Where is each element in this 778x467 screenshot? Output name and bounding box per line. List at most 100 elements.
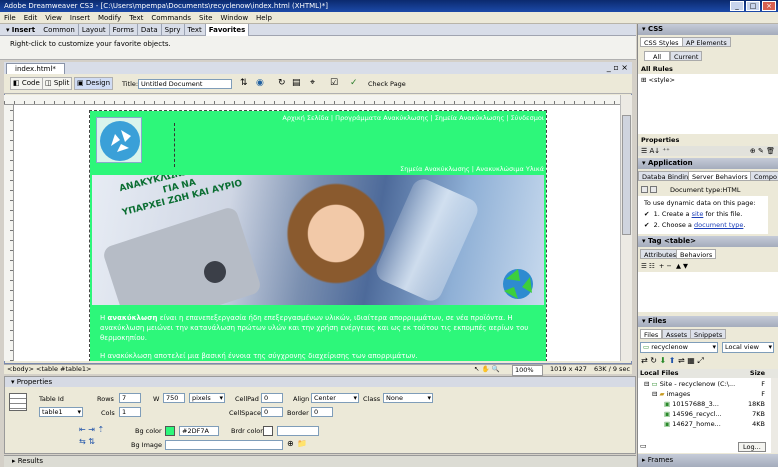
sub-navigation[interactable]: Σημεία Ανακύκλωσης | Ανακυκλώσιμα Υλικά xyxy=(400,165,544,173)
close-button[interactable]: × xyxy=(762,1,776,11)
results-panel-header[interactable]: ▸ Results xyxy=(4,455,636,467)
bgimage-input[interactable] xyxy=(165,440,283,450)
tab-favorites[interactable]: Favorites xyxy=(205,24,250,36)
site-select[interactable]: ▭ recyclenow xyxy=(640,342,718,353)
tag-selector[interactable]: <body> <table #table1> xyxy=(4,365,92,373)
view-options-icon[interactable]: ▤ xyxy=(292,78,301,88)
log-button[interactable]: Log... xyxy=(738,442,766,452)
tab-data[interactable]: Data xyxy=(138,24,162,36)
tab-all[interactable]: All xyxy=(644,51,671,61)
cellpad-input[interactable] xyxy=(261,393,283,403)
view-select[interactable]: Local view xyxy=(722,342,774,353)
file-tree[interactable]: Local Files Size ⊟ ▭ Site - recyclenow (C… xyxy=(638,369,778,453)
visual-aids-icon[interactable]: ⌖ xyxy=(310,78,315,88)
width-unit-select[interactable]: pixels xyxy=(189,393,225,403)
minimize-button[interactable]: _ xyxy=(730,1,744,11)
page-table[interactable]: Αρχική Σελίδα | Προγράμματα Ανακύκλωσης … xyxy=(89,110,547,361)
convert-units-icon[interactable]: ⇆ ⇅ xyxy=(79,437,95,446)
frames-panel-header[interactable]: ▸ Frames xyxy=(638,454,778,467)
file-tree-scrollbar[interactable] xyxy=(771,378,778,453)
behaviors-list[interactable] xyxy=(638,272,778,312)
menu-file[interactable]: File xyxy=(0,12,20,24)
maximize-button[interactable]: □ xyxy=(746,1,760,11)
add-remove-icons[interactable] xyxy=(641,185,658,193)
tab-server-behaviors[interactable]: Server Behaviors xyxy=(688,171,752,181)
refresh-icon[interactable]: ↻ xyxy=(278,78,286,88)
tab-layout[interactable]: Layout xyxy=(79,24,110,36)
brdr-color-input[interactable] xyxy=(277,426,319,436)
menu-help[interactable]: Help xyxy=(252,12,276,24)
rows-input[interactable] xyxy=(119,393,141,403)
vertical-scrollbar[interactable] xyxy=(620,95,632,361)
cols-input[interactable] xyxy=(119,407,141,417)
validate-icon[interactable]: ☑ xyxy=(330,78,338,88)
class-select[interactable]: None xyxy=(383,393,433,403)
css-panel-header[interactable]: ▾ CSS xyxy=(638,24,778,35)
point-to-file-icon[interactable]: ⊕ xyxy=(287,439,294,448)
tab-assets[interactable]: Assets xyxy=(662,329,692,339)
window-size[interactable]: 1019 x 427 xyxy=(550,365,587,374)
tab-spry[interactable]: Spry xyxy=(162,24,185,36)
tree-file[interactable]: ▣ 10157688_3... xyxy=(664,400,719,408)
menu-edit[interactable]: Edit xyxy=(20,12,42,24)
file-toolbar-icons[interactable]: ⇄ ↻ ⬇ ⬆ ⇌ ▦ ⤢ xyxy=(641,356,704,366)
menu-window[interactable]: Window xyxy=(216,12,252,24)
css-rules-list[interactable]: ⊞ <style> xyxy=(638,74,778,134)
tab-ap-elements[interactable]: AP Elements xyxy=(682,37,731,47)
tab-forms[interactable]: Forms xyxy=(110,24,138,36)
menu-insert[interactable]: Insert xyxy=(66,12,94,24)
border-input[interactable] xyxy=(311,407,333,417)
behavior-toolbar-icons[interactable]: ☰ ☷ + − ▲ ▼ xyxy=(641,262,688,270)
design-view-button[interactable]: ▣ Design xyxy=(74,77,114,90)
clear-widths-icon[interactable]: ⇤ ⇥ ⇡ xyxy=(79,425,104,434)
tree-site-root[interactable]: ⊟ ▭ Site - recyclenow (C:\... xyxy=(644,380,735,388)
bgcolor-swatch[interactable] xyxy=(165,426,175,436)
window-controls-icon[interactable]: _ ▫ × xyxy=(607,62,628,74)
brdr-color-swatch[interactable] xyxy=(263,426,273,436)
menu-modify[interactable]: Modify xyxy=(94,12,125,24)
tree-file[interactable]: ▣ 14596_recycl... xyxy=(664,410,722,418)
style-rule-item[interactable]: ⊞ <style> xyxy=(641,76,675,84)
document-tab[interactable]: index.html* xyxy=(6,63,65,74)
width-input[interactable] xyxy=(163,393,185,403)
design-canvas[interactable]: Αρχική Σελίδα | Προγράμματα Ανακύκλωσης … xyxy=(14,105,620,361)
top-navigation[interactable]: Αρχική Σελίδα | Προγράμματα Ανακύκλωσης … xyxy=(282,114,544,122)
tag-panel-header[interactable]: ▾ Tag <table> xyxy=(638,236,778,247)
tab-files[interactable]: Files xyxy=(640,329,663,339)
site-link[interactable]: site xyxy=(692,210,704,218)
status-tools-icon[interactable]: ↖ ✋ 🔍 xyxy=(474,365,500,374)
menu-view[interactable]: View xyxy=(41,12,66,24)
tree-folder-images[interactable]: ⊟ ▰ images xyxy=(652,390,690,398)
code-view-button[interactable]: ◧ Code xyxy=(10,77,43,90)
tab-behaviors[interactable]: Behaviors xyxy=(676,249,717,259)
bgcolor-input[interactable] xyxy=(179,426,219,436)
files-panel-header[interactable]: ▾ Files xyxy=(638,316,778,327)
menu-site[interactable]: Site xyxy=(195,12,216,24)
split-view-button[interactable]: ◫ Split xyxy=(42,77,73,90)
tab-css-styles[interactable]: CSS Styles xyxy=(640,37,683,47)
tab-current[interactable]: Current xyxy=(670,51,703,61)
tab-common[interactable]: Common xyxy=(40,24,79,36)
properties-header[interactable]: ▾ Properties xyxy=(5,377,635,387)
align-select[interactable]: Center xyxy=(311,393,359,403)
table-id-select[interactable]: table1 xyxy=(39,407,83,417)
application-panel-header[interactable]: ▾ Application xyxy=(638,158,778,169)
css-actions-icon[interactable]: ⊕ ✎ 🗑 xyxy=(750,146,775,156)
css-view-toggle-icon[interactable]: ☰ A↓ ⁺⁺ xyxy=(641,147,670,155)
zoom-select[interactable]: 100% xyxy=(512,365,543,376)
tab-snippets[interactable]: Snippets xyxy=(690,329,727,339)
menu-commands[interactable]: Commands xyxy=(147,12,195,24)
tree-file[interactable]: ▣ 14627_home... xyxy=(664,420,721,428)
tab-attributes[interactable]: Attributes xyxy=(640,249,681,259)
title-input[interactable] xyxy=(138,79,232,89)
insert-label[interactable]: ▾ Insert xyxy=(0,24,38,36)
menu-text[interactable]: Text xyxy=(125,12,147,24)
cellspace-input[interactable] xyxy=(261,407,283,417)
check-page-button[interactable]: Check Page xyxy=(368,80,406,88)
document-type-link[interactable]: document type xyxy=(694,221,743,229)
scroll-thumb[interactable] xyxy=(622,115,631,235)
preview-browser-icon[interactable]: ◉ xyxy=(256,78,264,88)
check-page-icon[interactable]: ✓ xyxy=(350,78,358,88)
tab-components[interactable]: Compo xyxy=(750,171,778,181)
tab-text[interactable]: Text xyxy=(185,24,206,36)
